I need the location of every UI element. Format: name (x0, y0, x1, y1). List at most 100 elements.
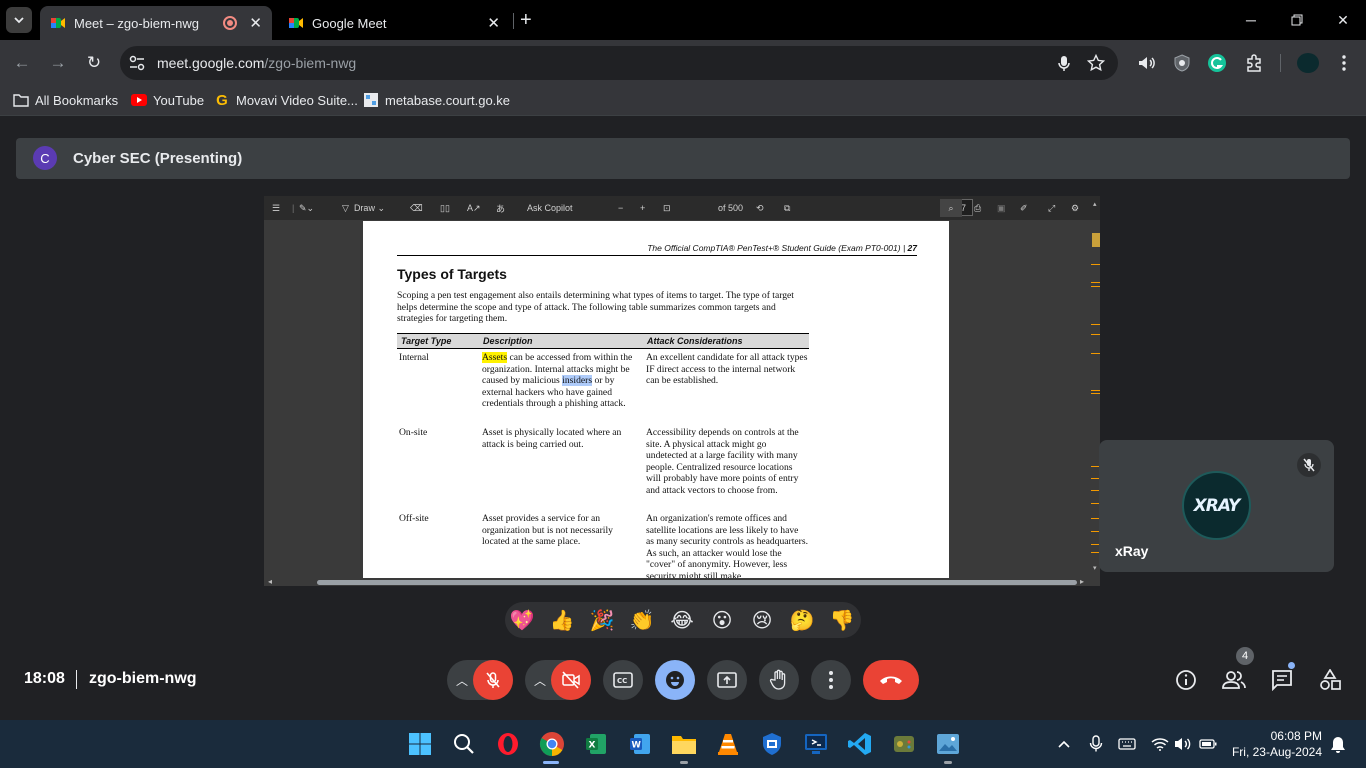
new-tab-button[interactable]: + (520, 10, 532, 30)
speaker-icon[interactable] (1136, 53, 1156, 73)
tab-google-meet[interactable]: Google Meet ✕ (278, 6, 510, 40)
chat-button[interactable] (1269, 667, 1295, 693)
camera-toggle-button[interactable] (551, 660, 591, 700)
minimize-button[interactable]: ─ (1228, 0, 1274, 40)
site-settings-icon[interactable] (128, 54, 146, 72)
rotate-icon[interactable]: ⟲ (756, 201, 764, 215)
tray-microphone-icon[interactable] (1087, 735, 1105, 753)
draw-button[interactable]: ▽ Draw ⌄ (342, 201, 385, 215)
extensions-puzzle-icon[interactable] (1244, 53, 1264, 73)
captions-button[interactable]: CC (603, 660, 643, 700)
reaction-heart[interactable]: 💖 (509, 607, 535, 633)
print-icon[interactable]: ⎙ (974, 201, 981, 215)
save-icon[interactable]: ▣ (997, 201, 1006, 215)
excel-icon[interactable]: X (582, 730, 610, 758)
more-options-button[interactable] (811, 660, 851, 700)
bookmark-youtube[interactable]: YouTube (131, 92, 204, 108)
scroll-left-icon[interactable]: ◂ (268, 577, 272, 586)
search-icon[interactable] (450, 730, 478, 758)
save-as-icon[interactable]: ✐ (1020, 201, 1028, 215)
tab-meet[interactable]: Meet – zgo-biem-nwg ✕ (40, 6, 272, 40)
leave-call-button[interactable] (863, 660, 919, 700)
fit-page-icon[interactable]: ⊡ (663, 201, 671, 215)
tab-search-button[interactable] (6, 7, 32, 33)
read-aloud-icon[interactable]: A↗ (467, 201, 481, 215)
close-window-button[interactable]: ✕ (1320, 0, 1366, 40)
reaction-party[interactable]: 🎉 (589, 607, 615, 633)
reaction-surprised[interactable]: 😮 (709, 607, 735, 633)
photos-app-icon[interactable] (934, 730, 962, 758)
targets-table: Target Type Description Attack Considera… (397, 333, 809, 578)
file-explorer-icon[interactable] (670, 730, 698, 758)
grammarly-icon[interactable] (1207, 53, 1227, 73)
shield-extension-icon[interactable] (1172, 53, 1192, 73)
reload-button[interactable]: ↻ (82, 51, 106, 75)
emoji-reactions-button[interactable] (655, 660, 695, 700)
scroll-thumb[interactable] (1092, 233, 1100, 247)
scroll-up-icon[interactable]: ▴ (1093, 200, 1097, 208)
profile-avatar[interactable] (1297, 53, 1319, 73)
video-options-chevron-up-icon[interactable]: ︿ (534, 672, 546, 689)
cell-attack: An excellent candidate for all attack ty… (646, 352, 808, 387)
pdf-horizontal-scrollbar[interactable]: ◂ ▸ (268, 577, 1086, 586)
contents-icon[interactable]: ☰ (272, 201, 280, 215)
remote-desktop-icon[interactable] (802, 730, 830, 758)
show-hidden-icons-chevron-up-icon[interactable] (1055, 735, 1073, 753)
page-view-icon[interactable]: ▯▯ (440, 201, 450, 215)
audio-options-chevron-up-icon[interactable]: ︿ (456, 672, 468, 689)
people-button[interactable] (1221, 667, 1247, 693)
svg-text:W: W (632, 741, 642, 751)
bookmark-metabase[interactable]: metabase.court.go.ke (363, 92, 510, 108)
taskbar-date[interactable]: Fri, 23-Aug-2024 (1220, 745, 1322, 759)
notification-bell-icon[interactable] (1329, 736, 1347, 754)
battery-icon[interactable] (1199, 735, 1217, 753)
scroll-down-icon[interactable]: ▾ (1093, 564, 1097, 572)
security-app-icon[interactable] (758, 730, 786, 758)
highlight-icon[interactable]: ✎⌄ (299, 201, 314, 215)
reaction-sad[interactable]: 😢 (749, 607, 775, 633)
keyboard-icon[interactable] (1118, 735, 1136, 753)
bookmark-movavi[interactable]: G Movavi Video Suite... (214, 92, 358, 109)
chrome-icon[interactable] (538, 730, 566, 758)
scroll-right-icon[interactable]: ▸ (1080, 577, 1084, 586)
activities-button[interactable] (1317, 667, 1343, 693)
meeting-details-button[interactable] (1173, 667, 1199, 693)
forward-button[interactable]: → (46, 51, 70, 75)
close-tab-icon[interactable]: ✕ (487, 14, 500, 32)
reaction-clap[interactable]: 👏 (629, 607, 655, 633)
eraser-icon[interactable]: ⌫ (410, 201, 423, 215)
reaction-thumbs-up[interactable]: 👍 (549, 607, 575, 633)
settings-gear-icon[interactable]: ⚙ (1071, 201, 1079, 215)
present-screen-button[interactable] (707, 660, 747, 700)
maximize-button[interactable] (1274, 0, 1320, 40)
url-text[interactable]: meet.google.com/zgo-biem-nwg (157, 55, 356, 71)
taskbar-time[interactable]: 06:08 PM (1250, 729, 1322, 743)
raise-hand-button[interactable] (759, 660, 799, 700)
close-tab-icon[interactable]: ✕ (249, 14, 262, 32)
horizontal-scroll-thumb[interactable] (317, 580, 1077, 585)
word-icon[interactable]: W (626, 730, 654, 758)
microphone-toggle-button[interactable] (473, 660, 513, 700)
fullscreen-icon[interactable]: ⤢ (1048, 201, 1055, 215)
reaction-thumbs-down[interactable]: 👎 (829, 607, 855, 633)
zoom-in-button[interactable]: + (640, 201, 645, 215)
bookmark-all-bookmarks[interactable]: All Bookmarks (13, 92, 118, 108)
vlc-icon[interactable] (714, 730, 742, 758)
volume-icon[interactable] (1174, 735, 1192, 753)
bookmark-star-icon[interactable] (1087, 54, 1105, 72)
two-page-icon[interactable]: ⧉ (784, 201, 790, 215)
more-menu-icon[interactable] (1334, 53, 1354, 73)
game-app-icon[interactable] (890, 730, 918, 758)
opera-icon[interactable] (494, 730, 522, 758)
microphone-icon[interactable] (1055, 54, 1073, 72)
translate-icon[interactable]: あ (496, 201, 505, 215)
vscode-icon[interactable] (846, 730, 874, 758)
search-icon[interactable]: ⌕ (940, 199, 962, 217)
start-windows-icon[interactable] (406, 730, 434, 758)
reaction-thinking[interactable]: 🤔 (789, 607, 815, 633)
wifi-icon[interactable] (1151, 735, 1169, 753)
back-button[interactable]: ← (10, 51, 34, 75)
ask-copilot-button[interactable]: Ask Copilot (527, 201, 573, 215)
reaction-laugh[interactable]: 😂 (669, 607, 695, 633)
zoom-out-button[interactable]: − (618, 201, 623, 215)
